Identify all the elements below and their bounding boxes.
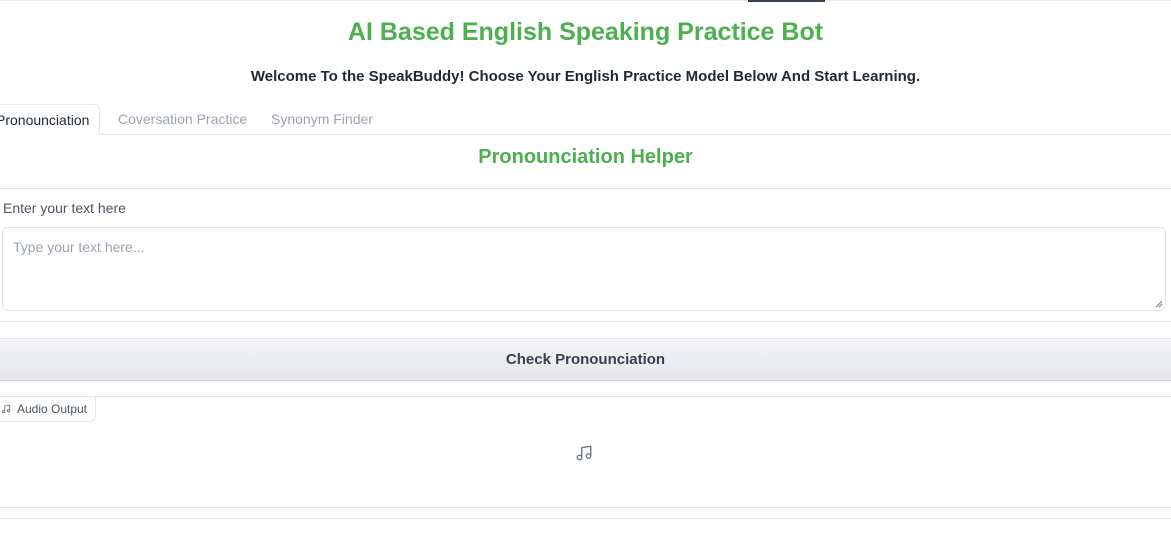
page-title: AI Based English Speaking Practice Bot xyxy=(347,18,824,46)
text-input[interactable]: Type your text here... xyxy=(2,227,1166,311)
check-pronounciation-button[interactable]: Check Pronounciation xyxy=(0,338,1171,381)
audio-output-label: Audio Output xyxy=(17,402,88,416)
input-divider xyxy=(0,321,1171,322)
section-divider xyxy=(0,188,1171,189)
tab-conversation-practice[interactable]: Coversation Practice xyxy=(118,104,247,134)
top-active-indicator xyxy=(748,0,825,2)
tab-pronounciation[interactable]: Pronounciation xyxy=(0,104,100,135)
audio-output-label-block: Audio Output xyxy=(0,396,97,422)
text-input-placeholder: Type your text here... xyxy=(13,239,145,255)
audio-placeholder-icon xyxy=(576,445,592,461)
tab-synonym-finder[interactable]: Synonym Finder xyxy=(271,104,373,134)
tab-bar: Pronounciation Coversation Practice Syno… xyxy=(0,104,1171,135)
music-note-icon xyxy=(1,404,11,414)
section-title: Pronounciation Helper xyxy=(478,146,693,168)
top-divider xyxy=(0,0,1171,1)
bottom-divider xyxy=(0,518,1171,519)
page-subtitle: Welcome To the SpeakBuddy! Choose Your E… xyxy=(250,68,921,85)
audio-output-panel: Audio Output xyxy=(0,396,1171,508)
resize-handle-icon[interactable] xyxy=(1155,300,1163,308)
text-input-label: Enter your text here xyxy=(3,200,126,216)
